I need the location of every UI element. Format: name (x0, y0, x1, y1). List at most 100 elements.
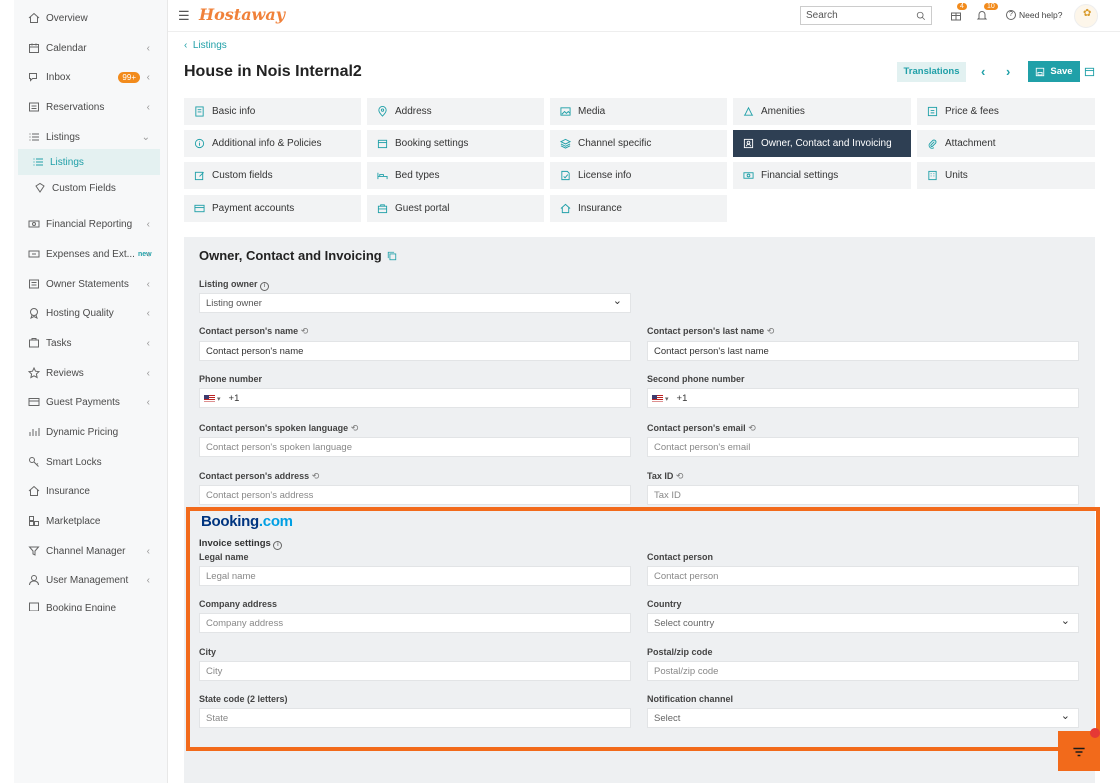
hostaway-logo[interactable]: Hostaway (199, 5, 285, 24)
sidebar-subitem-listings[interactable]: Listings (18, 149, 160, 175)
sidebar-item-guest-payments[interactable]: Guest Payments ‹ (14, 389, 164, 415)
tab-label: Booking settings (395, 138, 469, 149)
tab-additional-info[interactable]: Additional info & Policies (184, 130, 361, 157)
search-input[interactable]: Search (800, 6, 932, 25)
notifications-button[interactable]: 10 (976, 3, 998, 22)
sidebar-item-tasks[interactable]: Tasks ‹ (14, 330, 164, 356)
us-flag-icon[interactable] (204, 394, 215, 402)
next-listing-icon[interactable]: › (1006, 64, 1010, 79)
chevron-left-icon: ‹ (146, 337, 150, 349)
tax-label-text: Tax ID (647, 471, 674, 481)
tab-price-fees[interactable]: Price & fees (917, 98, 1095, 125)
avatar[interactable]: ✿ (1074, 4, 1098, 28)
us-flag-icon[interactable] (652, 394, 663, 402)
sidebar-item-listings[interactable]: Listings ⌄ (14, 124, 164, 150)
hamburger-icon[interactable]: ☰ (178, 8, 190, 24)
card-icon (28, 398, 40, 406)
sidebar-item-expenses[interactable]: Expenses and Ext... new ‹ (14, 241, 164, 267)
sidebar-item-label: Custom Fields (52, 182, 116, 194)
translations-button[interactable]: Translations (897, 62, 966, 82)
help-icon: ? (1006, 10, 1016, 20)
marketplace-icon (29, 516, 39, 526)
money-icon (28, 220, 40, 228)
sidebar-item-channel-manager[interactable]: Channel Manager ‹ (14, 538, 164, 564)
tab-bed-types[interactable]: Bed types (367, 162, 544, 189)
tab-license-info[interactable]: License info (550, 162, 727, 189)
tab-owner-contact-invoicing[interactable]: Owner, Contact and Invoicing (733, 130, 911, 157)
sidebar-item-calendar[interactable]: Calendar ‹ (14, 35, 164, 61)
sidebar-subitem-custom-fields[interactable]: Custom Fields (18, 175, 168, 201)
tab-financial-settings[interactable]: Financial settings (733, 162, 911, 189)
quality-icon (30, 308, 38, 319)
map-pin-icon (378, 106, 387, 117)
sidebar-item-reservations[interactable]: Reservations ‹ (14, 94, 164, 120)
email-input[interactable]: Contact person's email (647, 437, 1079, 457)
listing-owner-select[interactable]: Listing owner (199, 293, 631, 313)
breadcrumb-listings[interactable]: Listings (193, 40, 227, 51)
info-circle-icon (194, 138, 205, 149)
save-button[interactable]: Save (1028, 61, 1080, 82)
sidebar-item-insurance[interactable]: Insurance (14, 478, 164, 504)
sidebar-item-hosting-quality[interactable]: Hosting Quality ‹ (14, 300, 164, 326)
sidebar-item-reviews[interactable]: Reviews ‹ (14, 360, 164, 386)
chat-widget-button[interactable] (1058, 728, 1100, 771)
phone2-input[interactable]: ▾ +1 (647, 388, 1079, 408)
contact-last-input[interactable]: Contact person's last name (647, 341, 1079, 361)
tab-guest-portal[interactable]: Guest portal (367, 195, 544, 222)
sidebar-item-financial-reporting[interactable]: Financial Reporting ‹ (14, 211, 164, 237)
sidebar-item-label: Dynamic Pricing (46, 426, 119, 438)
tab-address[interactable]: Address (367, 98, 544, 125)
contact-last-label: Contact person's last name ⟲ (647, 326, 774, 337)
gift-button[interactable]: 4 (950, 3, 967, 22)
sidebar-item-label: Marketplace (46, 515, 101, 527)
email-placeholder: Contact person's email (654, 442, 751, 453)
address-input[interactable]: Contact person's address (199, 485, 631, 505)
contact-name-input[interactable]: Contact person's name (199, 341, 631, 361)
tab-booking-settings[interactable]: Booking settings (367, 130, 544, 157)
help-button[interactable]: ? Need help? (1006, 10, 1062, 20)
tab-media[interactable]: Media (550, 98, 727, 125)
listing-owner-label-text: Listing owner (199, 279, 258, 289)
sidebar-item-label: Channel Manager (46, 545, 126, 557)
language-input[interactable]: Contact person's spoken language (199, 437, 631, 457)
sidebar-item-booking-engine[interactable]: Booking Engine (14, 597, 164, 611)
copy-icon[interactable] (387, 251, 397, 261)
tax-input[interactable]: Tax ID (647, 485, 1079, 505)
sidebar-item-dynamic-pricing[interactable]: Dynamic Pricing (14, 419, 164, 445)
address-label-text: Contact person's address (199, 471, 310, 481)
sidebar-item-label: Financial Reporting (46, 218, 133, 230)
sidebar-item-overview[interactable]: Overview (14, 5, 164, 31)
sidebar-item-smart-locks[interactable]: Smart Locks (14, 449, 164, 475)
sync-icon: ⟲ (675, 471, 684, 481)
list-icon (29, 133, 39, 141)
sidebar-item-user-management[interactable]: User Management ‹ (14, 567, 164, 593)
chevron-left-icon: ‹ (146, 367, 150, 379)
breadcrumb[interactable]: ‹ Listings (184, 40, 227, 51)
tag-icon (35, 182, 45, 193)
save-icon (1036, 67, 1045, 76)
email-label-text: Contact person's email (647, 423, 746, 433)
address-placeholder: Contact person's address (206, 490, 314, 501)
language-label: Contact person's spoken language ⟲ (199, 423, 358, 434)
sidebar-item-owner-statements[interactable]: Owner Statements ‹ (14, 271, 164, 297)
sidebar-item-inbox[interactable]: Inbox 99+ ‹ (14, 64, 164, 90)
phone-input[interactable]: ▾ +1 (199, 388, 631, 408)
tab-insurance[interactable]: Insurance (550, 195, 727, 222)
tab-units[interactable]: Units (917, 162, 1095, 189)
tab-label: Basic info (212, 106, 256, 117)
tab-amenities[interactable]: Amenities (733, 98, 911, 125)
phone2-value: +1 (676, 393, 688, 404)
listing-owner-value: Listing owner (206, 298, 262, 309)
tab-payment-accounts[interactable]: Payment accounts (184, 195, 361, 222)
tab-label: Financial settings (761, 170, 839, 181)
tab-basic-info[interactable]: Basic info (184, 98, 361, 125)
calendar-icon[interactable] (1084, 66, 1095, 77)
top-bar: ☰ Hostaway Search 4 10 ? Need help? ✿ (168, 0, 1120, 32)
tab-attachment[interactable]: Attachment (917, 130, 1095, 157)
sidebar-item-label: Reservations (46, 101, 105, 113)
prev-listing-icon[interactable]: ‹ (981, 64, 985, 79)
help-label: Need help? (1019, 10, 1063, 20)
tab-channel-specific[interactable]: Channel specific (550, 130, 727, 157)
tab-custom-fields[interactable]: Custom fields (184, 162, 361, 189)
sidebar-item-marketplace[interactable]: Marketplace (14, 508, 164, 534)
